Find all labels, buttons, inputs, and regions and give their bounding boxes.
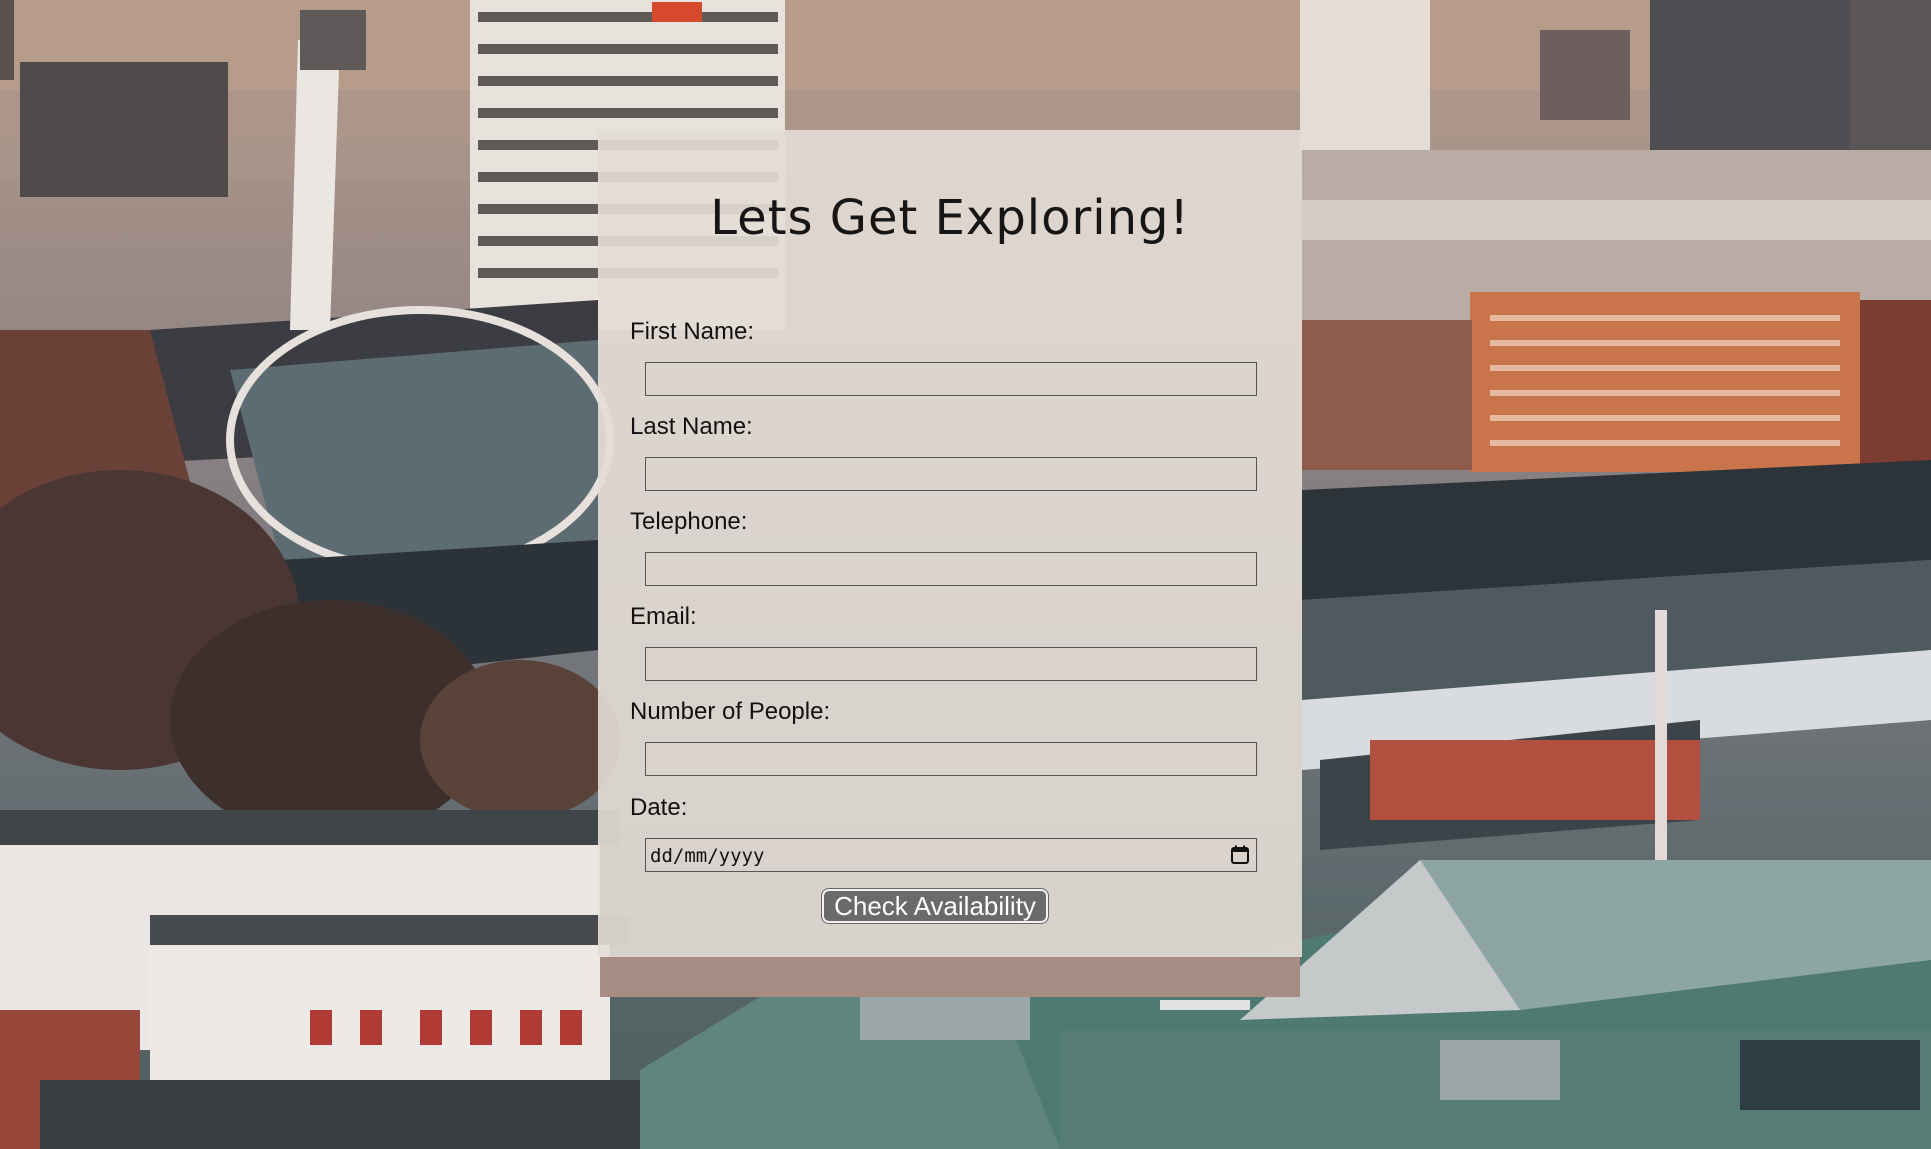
calendar-icon[interactable] <box>1230 845 1250 865</box>
date-placeholder: dd/mm/yyyy <box>650 845 765 867</box>
email-input[interactable] <box>645 647 1257 681</box>
form-title: Lets Get Exploring! <box>710 190 1190 246</box>
background-cityscape-photo: Lets Get Exploring! First Name: Last Nam… <box>0 0 1931 1149</box>
date-label: Date: <box>630 794 688 821</box>
last-name-input[interactable] <box>645 457 1257 491</box>
check-availability-button[interactable]: Check Availability <box>822 889 1048 923</box>
first-name-input[interactable] <box>645 362 1257 396</box>
date-input[interactable]: dd/mm/yyyy <box>645 838 1257 872</box>
telephone-input[interactable] <box>645 552 1257 586</box>
telephone-label: Telephone: <box>630 508 748 535</box>
last-name-label: Last Name: <box>630 413 753 440</box>
number-of-people-label: Number of People: <box>630 698 831 725</box>
number-of-people-input[interactable] <box>645 742 1257 776</box>
email-label: Email: <box>630 603 697 630</box>
booking-form-card: Lets Get Exploring! First Name: Last Nam… <box>598 130 1302 957</box>
first-name-label: First Name: <box>630 318 755 345</box>
